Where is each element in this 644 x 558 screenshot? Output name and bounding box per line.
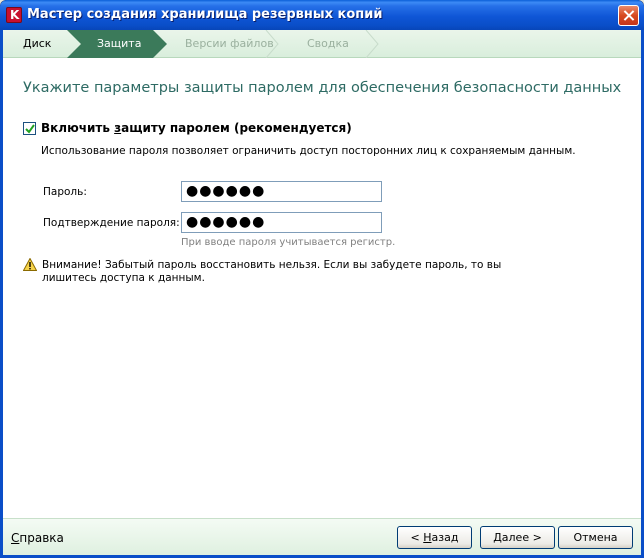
wizard-footer: Справка < Назад Далее > Отмена xyxy=(3,518,641,555)
case-sensitivity-hint: При вводе пароля учитывается регистр. xyxy=(181,237,396,248)
next-button[interactable]: Далее > xyxy=(480,526,555,549)
enable-password-label[interactable]: Включить защиту паролем (рекомендуется) xyxy=(41,121,352,135)
step-disk[interactable]: Диск xyxy=(3,30,71,58)
wizard-steps-bar: Диск Защита Версии файлов Сводка xyxy=(3,30,641,58)
enable-password-checkbox[interactable] xyxy=(23,122,36,135)
cancel-button[interactable]: Отмена xyxy=(558,526,633,549)
password-label: Пароль: xyxy=(43,186,87,198)
back-button[interactable]: < Назад xyxy=(397,526,472,549)
kaspersky-app-icon xyxy=(6,7,22,23)
wizard-client-area: Диск Защита Версии файлов Сводка Укажите… xyxy=(3,30,641,555)
step-summary: Сводка xyxy=(307,37,349,50)
wizard-window: Мастер создания хранилища резервных копи… xyxy=(0,0,644,558)
window-title: Мастер создания хранилища резервных копи… xyxy=(27,7,383,22)
title-bar[interactable]: Мастер создания хранилища резервных копи… xyxy=(0,0,644,30)
password-input[interactable]: ●●●●●● xyxy=(181,181,382,202)
step-file-versions: Версии файлов xyxy=(185,37,274,50)
help-link[interactable]: Справка xyxy=(11,531,64,545)
confirm-password-label: Подтверждение пароля: xyxy=(43,217,180,229)
password-description: Использование пароля позволяет ограничит… xyxy=(41,145,576,157)
close-button[interactable] xyxy=(618,5,639,26)
warning-text: Внимание! Забытый пароль восстановить не… xyxy=(42,259,502,284)
step-protection-active: Защита xyxy=(67,30,167,58)
checkmark-icon xyxy=(25,124,35,134)
confirm-password-input[interactable]: ●●●●●● xyxy=(181,212,382,233)
warning-icon xyxy=(22,257,38,271)
page-heading: Укажите параметры защиты паролем для обе… xyxy=(23,80,622,96)
